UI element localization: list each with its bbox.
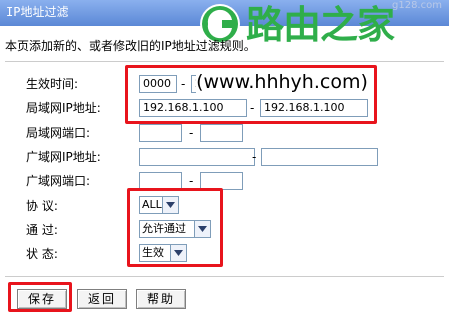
page-description: 本页添加新的、或者修改旧的IP地址过滤规则。 (5, 39, 256, 53)
wan-ip-dash: - (252, 150, 257, 164)
lan-port-end-input[interactable] (200, 124, 243, 142)
time-label: 生效时间: (26, 77, 79, 91)
pass-label: 通 过: (26, 223, 58, 237)
highlight-save (8, 282, 72, 312)
wan-port-label: 广域网端口: (26, 174, 91, 188)
wan-ip-start-input[interactable] (139, 148, 255, 166)
lan-port-start-input[interactable] (139, 124, 182, 142)
lan-port-label: 局域网端口: (26, 126, 91, 140)
highlight-protocol-pass-status (127, 188, 223, 267)
status-label: 状 态: (26, 247, 58, 261)
back-button[interactable]: 返回 (77, 289, 127, 309)
bottom-divider (5, 276, 444, 277)
top-divider (5, 61, 444, 62)
wan-ip-end-input[interactable] (261, 148, 378, 166)
wan-port-dash: - (189, 174, 194, 188)
watermark-logo-text: 路由之家 (246, 3, 395, 47)
lan-ip-label: 局域网IP地址: (26, 101, 101, 115)
lan-port-dash: - (189, 126, 194, 140)
wan-ip-label: 广域网IP地址: (26, 150, 101, 164)
protocol-label: 协 议: (26, 199, 58, 213)
help-button[interactable]: 帮助 (136, 289, 186, 309)
highlight-time-lan-ip (125, 65, 377, 124)
watermark-small-text: g128.com (392, 0, 442, 11)
page-title: IP地址过滤 (6, 5, 69, 19)
